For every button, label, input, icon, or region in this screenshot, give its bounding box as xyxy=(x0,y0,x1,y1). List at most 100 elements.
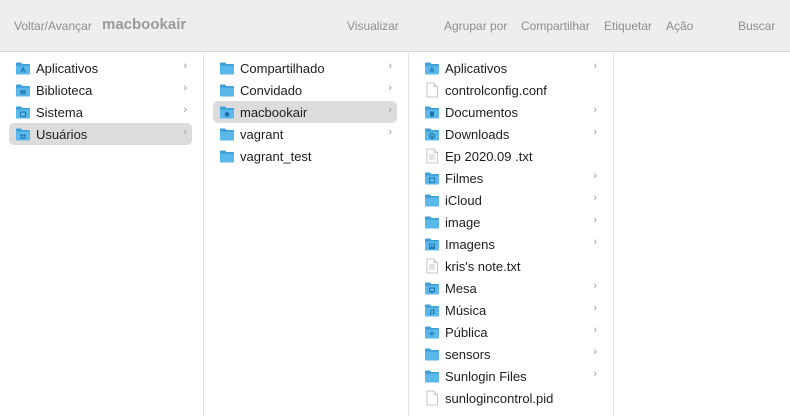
folder-icon xyxy=(219,60,235,76)
library-folder-icon xyxy=(15,82,31,98)
list-item-label: Música xyxy=(445,303,487,318)
apps-folder-icon xyxy=(424,60,440,76)
list-item-label: Convidado xyxy=(240,83,303,98)
list-item-label: macbookair xyxy=(240,105,308,120)
list-item[interactable]: sunlogincontrol.pid xyxy=(418,387,602,409)
chevron-right-icon: › xyxy=(593,280,597,292)
chevron-right-icon: › xyxy=(593,346,597,358)
list-item-label: Aplicativos xyxy=(445,61,508,76)
chevron-right-icon: › xyxy=(593,192,597,204)
window-title: macbookair xyxy=(102,16,187,33)
chevron-right-icon: › xyxy=(593,126,597,138)
list-item[interactable]: Ep 2020.09 .txt xyxy=(418,145,602,167)
list-item-label: Filmes xyxy=(445,171,484,186)
list-item-label: Documentos xyxy=(445,105,518,120)
list-item-label: Mesa xyxy=(445,281,477,296)
text-file-icon xyxy=(424,148,440,164)
list-item-label: controlconfig.conf xyxy=(445,83,547,98)
pictures-folder-icon xyxy=(424,236,440,252)
users-folder-icon xyxy=(15,126,31,142)
list-item[interactable]: vagrant_test xyxy=(213,145,397,167)
folder-icon xyxy=(219,82,235,98)
chevron-right-icon: › xyxy=(593,302,597,314)
chevron-right-icon: › xyxy=(593,214,597,226)
list-item[interactable]: Convidado › xyxy=(213,79,397,101)
list-item-label: iCloud xyxy=(445,193,482,208)
home-folder-icon xyxy=(219,104,235,120)
list-item[interactable]: kris's note.txt xyxy=(418,255,602,277)
list-item-label: Aplicativos xyxy=(36,61,99,76)
column-root[interactable]: Aplicativos › Biblioteca › Sistema › Usuários › xyxy=(0,53,204,416)
documents-folder-icon xyxy=(424,104,440,120)
list-item-label: vagrant_test xyxy=(240,149,312,164)
chevron-right-icon: › xyxy=(593,60,597,72)
desktop-folder-icon xyxy=(424,280,440,296)
list-item[interactable]: Pública › xyxy=(418,321,602,343)
chevron-right-icon: › xyxy=(593,104,597,116)
list-item[interactable]: Aplicativos › xyxy=(9,57,192,79)
text-file-icon xyxy=(424,258,440,274)
list-item[interactable]: vagrant › xyxy=(213,123,397,145)
list-item[interactable]: Música › xyxy=(418,299,602,321)
group-by-button[interactable]: Agrupar por xyxy=(444,19,507,33)
list-item-label: Imagens xyxy=(445,237,495,252)
list-item-label: sunlogincontrol.pid xyxy=(445,391,554,406)
chevron-right-icon: › xyxy=(593,368,597,380)
share-button[interactable]: Compartilhar xyxy=(521,19,590,33)
list-item[interactable]: image › xyxy=(418,211,602,233)
action-button[interactable]: Ação xyxy=(666,19,693,33)
search-button[interactable]: Buscar xyxy=(738,19,775,33)
list-item[interactable]: macbookair › xyxy=(213,101,397,123)
public-folder-icon xyxy=(424,324,440,340)
chevron-right-icon: › xyxy=(388,126,392,138)
music-folder-icon xyxy=(424,302,440,318)
chevron-right-icon: › xyxy=(388,82,392,94)
downloads-folder-icon xyxy=(424,126,440,142)
list-item[interactable]: iCloud › xyxy=(418,189,602,211)
list-item[interactable]: Imagens › xyxy=(418,233,602,255)
list-item[interactable]: Biblioteca › xyxy=(9,79,192,101)
list-item[interactable]: Sistema › xyxy=(9,101,192,123)
list-item-label: Downloads xyxy=(445,127,510,142)
list-item-label: Sunlogin Files xyxy=(445,369,527,384)
column-browser: Aplicativos › Biblioteca › Sistema › Usuários ›… xyxy=(0,53,790,416)
toolbar: Voltar/Avançar macbookair Visualizar Agr… xyxy=(0,0,790,52)
apps-folder-icon xyxy=(15,60,31,76)
tag-button[interactable]: Etiquetar xyxy=(604,19,652,33)
folder-icon xyxy=(424,368,440,384)
folder-icon xyxy=(424,214,440,230)
chevron-right-icon: › xyxy=(593,324,597,336)
list-item[interactable]: Downloads › xyxy=(418,123,602,145)
list-item-label: vagrant xyxy=(240,127,284,142)
list-item[interactable]: Documentos › xyxy=(418,101,602,123)
list-item-label: sensors xyxy=(445,347,491,362)
list-item-label: image xyxy=(445,215,481,230)
folder-icon xyxy=(424,346,440,362)
list-item[interactable]: controlconfig.conf xyxy=(418,79,602,101)
chevron-right-icon: › xyxy=(183,60,187,72)
list-item-label: Compartilhado xyxy=(240,61,325,76)
list-item[interactable]: Compartilhado › xyxy=(213,57,397,79)
back-forward-button[interactable]: Voltar/Avançar xyxy=(14,19,92,33)
list-item-label: Usuários xyxy=(36,127,88,142)
list-item[interactable]: Sunlogin Files › xyxy=(418,365,602,387)
list-item[interactable]: sensors › xyxy=(418,343,602,365)
system-folder-icon xyxy=(15,104,31,120)
folder-icon xyxy=(424,192,440,208)
chevron-right-icon: › xyxy=(183,82,187,94)
column-home[interactable]: Aplicativos › controlconfig.conf Documentos… xyxy=(409,53,614,416)
view-button[interactable]: Visualizar xyxy=(347,19,399,33)
chevron-right-icon: › xyxy=(183,126,187,138)
list-item-label: kris's note.txt xyxy=(445,259,521,274)
list-item[interactable]: Filmes › xyxy=(418,167,602,189)
list-item[interactable]: Usuários › xyxy=(9,123,192,145)
column-users[interactable]: Compartilhado › Convidado › macbookair › vagra… xyxy=(204,53,409,416)
document-icon xyxy=(424,82,440,98)
list-item-label: Biblioteca xyxy=(36,83,93,98)
chevron-right-icon: › xyxy=(593,170,597,182)
list-item[interactable]: Mesa › xyxy=(418,277,602,299)
folder-icon xyxy=(219,126,235,142)
folder-icon xyxy=(219,148,235,164)
list-item[interactable]: Aplicativos › xyxy=(418,57,602,79)
list-item-label: Ep 2020.09 .txt xyxy=(445,149,533,164)
